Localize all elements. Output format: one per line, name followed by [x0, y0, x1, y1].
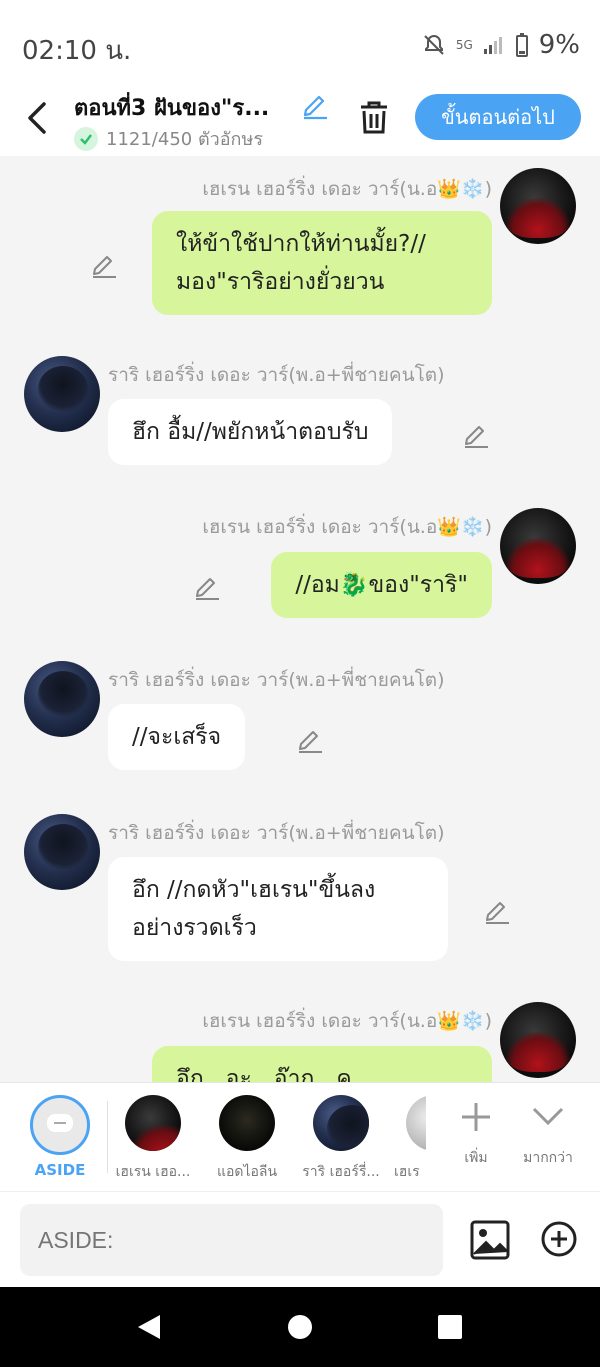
system-nav-bar: [0, 1287, 600, 1367]
nav-back-icon[interactable]: [136, 1313, 162, 1341]
avatar[interactable]: [24, 661, 100, 737]
avatar: [125, 1095, 181, 1151]
message-line: อึก...อะ...อ๊าก...ค: [176, 1066, 352, 1082]
message-bubble[interactable]: อึก //กดหัว"เฮเรน"ขึ้นลง อย่างรวดเร็ว: [108, 857, 448, 961]
character-option[interactable]: ราริ เฮอร์รี่...: [296, 1095, 386, 1183]
character-label: แอดไอลีน: [216, 1164, 278, 1180]
character-label: เฮเร: [394, 1164, 420, 1180]
aside-label: ASIDE: [34, 1161, 86, 1179]
check-icon: [74, 126, 98, 151]
avatar: [406, 1095, 426, 1151]
edit-title-pencil-icon[interactable]: [300, 90, 330, 120]
edit-message-pencil-icon[interactable]: [462, 420, 490, 448]
add-character-button[interactable]: เพิ่ม: [456, 1097, 496, 1169]
message-bubble[interactable]: ฮึก อื้ม//พยักหน้าตอบรับ: [108, 399, 393, 465]
character-label: เฮเรน เฮอ...: [115, 1164, 191, 1180]
status-bar: 02:10 น. 5G 9%: [0, 0, 600, 86]
aside-button[interactable]: [30, 1095, 90, 1155]
image-icon[interactable]: [470, 1220, 510, 1260]
speech-bubble-icon: [47, 1114, 73, 1132]
signal-icon: [483, 37, 502, 54]
edit-message-pencil-icon[interactable]: [483, 896, 511, 924]
add-circle-icon[interactable]: [540, 1220, 578, 1258]
more-label: มากกว่า: [523, 1150, 573, 1166]
status-icons: 5G 9%: [422, 30, 580, 60]
sender-name: เฮเรน เฮอร์ริ่ง เดอะ วาร์(น.อ👑❄️): [202, 516, 492, 538]
battery-level: 9%: [538, 30, 580, 60]
message-bubble[interactable]: ให้ข้าใช้ปากให้ท่านมั้ย?// มอง"ราริอย่าง…: [152, 211, 492, 315]
message-bubble[interactable]: อึก...อะ...อ๊าก...ค: [152, 1046, 492, 1082]
network-label: 5G: [455, 38, 473, 52]
edit-message-pencil-icon[interactable]: [90, 250, 118, 278]
story-header: ตอนที่3 ฝันของ"ร... 1121/450 ตัวอักษร ขั…: [0, 86, 600, 156]
sender-name: ราริ เฮอร์ริ่ง เดอะ วาร์(พ.อ+พี่ชายคนโต): [108, 822, 445, 844]
bottom-panel: ASIDE เฮเรน เฮอ... แอดไอลีน ราริ เฮอร์รี…: [0, 1082, 600, 1287]
character-label: ราริ เฮอร์รี่...: [302, 1164, 380, 1180]
message-line: //อม🐉ของ"ราริ": [295, 572, 468, 598]
sender-name: เฮเรน เฮอร์ริ่ง เดอะ วาร์(น.อ👑❄️): [202, 1010, 492, 1032]
avatar[interactable]: [500, 1002, 576, 1078]
character-option[interactable]: เฮเร: [390, 1095, 426, 1183]
edit-message-pencil-icon[interactable]: [193, 572, 221, 600]
trash-icon[interactable]: [356, 98, 392, 138]
sender-name: ราริ เฮอร์ริ่ง เดอะ วาร์(พ.อ+พี่ชายคนโต): [108, 364, 445, 386]
nav-recents-icon[interactable]: [438, 1315, 462, 1339]
chevron-down-icon: [532, 1107, 564, 1126]
more-button[interactable]: มากกว่า: [518, 1097, 578, 1169]
status-time: 02:10 น.: [22, 36, 132, 66]
sender-name: เฮเรน เฮอร์ริ่ง เดอะ วาร์(น.อ👑❄️): [202, 178, 492, 200]
nav-home-icon[interactable]: [288, 1315, 312, 1339]
message-line: มอง"ราริอย่างยั่วยวน: [176, 269, 385, 295]
message-line: อึก //กดหัว"เฮเรน"ขึ้นลง: [132, 877, 376, 903]
avatar: [219, 1095, 275, 1151]
notifications-off-icon: [424, 34, 444, 55]
sender-name: ราริ เฮอร์ริ่ง เดอะ วาร์(พ.อ+พี่ชายคนโต): [108, 669, 445, 691]
char-count: 1121/450 ตัวอักษร: [106, 129, 263, 150]
next-step-button[interactable]: ขั้นตอนต่อไป: [415, 94, 581, 140]
avatar[interactable]: [500, 508, 576, 584]
avatar[interactable]: [24, 814, 100, 890]
message-line: //จะเสร็จ: [132, 724, 222, 750]
character-option[interactable]: เฮเรน เฮอ...: [108, 1095, 198, 1183]
character-selector: ASIDE เฮเรน เฮอ... แอดไอลีน ราริ เฮอร์รี…: [0, 1083, 600, 1191]
edit-message-pencil-icon[interactable]: [296, 725, 324, 753]
plus-icon: [462, 1103, 490, 1131]
message-input[interactable]: [20, 1204, 443, 1276]
avatar[interactable]: [24, 356, 100, 432]
avatar[interactable]: [500, 168, 576, 244]
back-arrow-icon[interactable]: [22, 98, 52, 138]
battery-icon: [515, 33, 528, 57]
avatar: [313, 1095, 369, 1151]
message-line: ให้ข้าใช้ปากให้ท่านมั้ย?//: [176, 231, 426, 257]
message-bubble[interactable]: //จะเสร็จ: [108, 704, 246, 770]
episode-title: ตอนที่3 ฝันของ"ร...: [74, 96, 270, 121]
composer: [0, 1191, 600, 1288]
character-option[interactable]: แอดไอลีน: [202, 1095, 292, 1183]
message-line: ฮึก อื้ม//พยักหน้าตอบรับ: [132, 419, 369, 445]
chat-area[interactable]: เฮเรน เฮอร์ริ่ง เดอะ วาร์(น.อ👑❄️) ให้ข้า…: [0, 156, 600, 1082]
message-bubble[interactable]: //อม🐉ของ"ราริ": [271, 552, 492, 618]
add-label: เพิ่ม: [464, 1150, 488, 1166]
message-line: อย่างรวดเร็ว: [132, 915, 257, 941]
char-count-row: 1121/450 ตัวอักษร: [74, 124, 263, 153]
